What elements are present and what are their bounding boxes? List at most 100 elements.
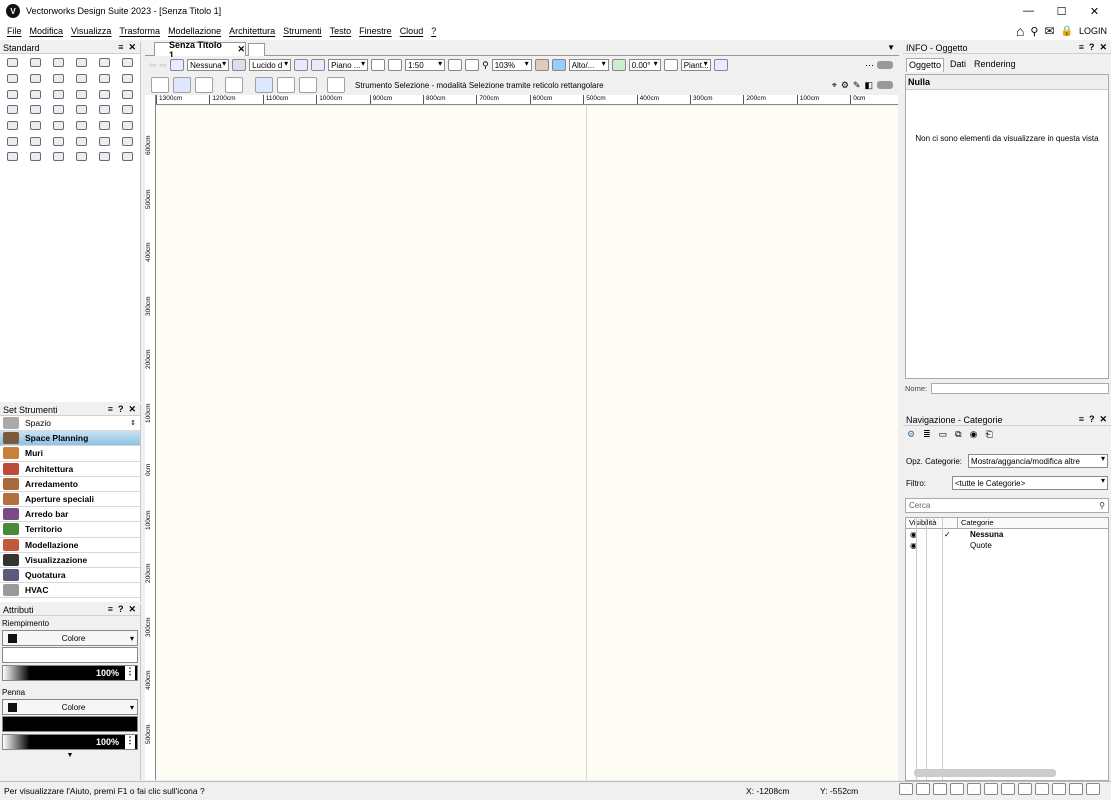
snap-distance-icon[interactable]: [967, 783, 981, 795]
snap-edge-icon[interactable]: [1018, 783, 1032, 795]
toolset-muri[interactable]: Muri: [0, 446, 140, 462]
space-tool-icon[interactable]: [116, 149, 139, 165]
menu-icon[interactable]: ≡: [1079, 414, 1084, 425]
stair-tool-icon[interactable]: [1, 149, 24, 165]
menu-icon[interactable]: ≡: [1079, 42, 1084, 53]
tab-dati[interactable]: Dati: [948, 58, 968, 72]
close-icon[interactable]: ✕: [128, 404, 136, 415]
reshape-tool-icon[interactable]: [93, 118, 116, 134]
flyover-tool-icon[interactable]: [47, 55, 70, 71]
zoom-fit-icon[interactable]: [448, 59, 463, 71]
toolset-quotatura[interactable]: Quotatura: [0, 568, 140, 584]
menu-icon[interactable]: ≡: [108, 604, 113, 615]
snap-angle-icon[interactable]: [933, 783, 947, 795]
help-icon[interactable]: ?: [1089, 42, 1095, 53]
table-row[interactable]: ◉ Quote: [906, 540, 1108, 551]
menu-trasforma[interactable]: Trasforma: [115, 26, 164, 36]
snap-intersection-icon[interactable]: [950, 783, 964, 795]
column-visibility[interactable]: Visibilità: [906, 518, 958, 528]
settings-icon[interactable]: [1086, 783, 1100, 795]
help-icon[interactable]: ?: [118, 604, 124, 615]
snap-icon[interactable]: ✎: [853, 80, 861, 91]
pen-opacity-slider[interactable]: 100% ⋮: [2, 734, 138, 750]
toolset-arredamento[interactable]: Arredamento: [0, 477, 140, 492]
help-icon[interactable]: ?: [1089, 414, 1095, 425]
menu-testo[interactable]: Testo: [326, 26, 356, 36]
categories-icon[interactable]: ⚙: [907, 429, 915, 439]
view-dropdown[interactable]: Alto/...: [568, 59, 609, 71]
toolset-hvac[interactable]: HVAC: [0, 583, 140, 599]
move-snap-icon[interactable]: [173, 77, 191, 93]
name-field[interactable]: [931, 383, 1109, 394]
polygon-tool-icon[interactable]: [116, 86, 139, 102]
magic-wand-tool-icon[interactable]: [93, 55, 116, 71]
close-icon[interactable]: ✕: [128, 42, 136, 53]
help-icon[interactable]: ?: [118, 404, 124, 415]
drawing-canvas[interactable]: [156, 106, 898, 780]
render-mode-icon[interactable]: [551, 59, 566, 71]
render-icon[interactable]: [663, 59, 678, 71]
zoom-tool-icon[interactable]: [70, 55, 93, 71]
circle-tool-icon[interactable]: [1, 86, 24, 102]
toolset-spazio[interactable]: Spazio ⇕: [0, 416, 140, 432]
forward-arrow-icon[interactable]: ⇨: [160, 60, 168, 71]
tab-rendering[interactable]: Rendering: [972, 58, 1018, 72]
window-tool-icon[interactable]: [70, 149, 93, 165]
door-tool-icon[interactable]: [47, 149, 70, 165]
clip-tool-icon[interactable]: [1, 118, 24, 134]
flyover-icon[interactable]: [534, 59, 549, 71]
mail-icon[interactable]: ✉: [1044, 24, 1054, 38]
concentric-tool-icon[interactable]: [47, 102, 70, 118]
trim-tool-icon[interactable]: [47, 133, 70, 149]
text-tool-icon[interactable]: [70, 102, 93, 118]
fillet-tool-icon[interactable]: [116, 118, 139, 134]
extrude-tool-icon[interactable]: [116, 133, 139, 149]
collapse-toggle-icon[interactable]: [877, 81, 893, 89]
toolset-aperture-speciali[interactable]: Aperture speciali: [0, 492, 140, 508]
snap-tangent-icon[interactable]: [984, 783, 998, 795]
move-icon[interactable]: [195, 77, 213, 93]
snap-grid-icon[interactable]: [899, 783, 913, 795]
eye-icon[interactable]: ◉: [906, 541, 944, 550]
selection-tool-icon[interactable]: [1, 55, 24, 71]
filter-dropdown[interactable]: <tutte le Categorie>: [952, 476, 1108, 490]
more-icon[interactable]: ⋮: [125, 666, 135, 680]
settings-icon[interactable]: [327, 77, 345, 93]
tab-oggetto[interactable]: Oggetto: [906, 58, 945, 72]
line-tool-icon[interactable]: [24, 71, 47, 87]
menu-architettura[interactable]: Architettura: [225, 26, 279, 36]
pen-style-dropdown[interactable]: Colore ▾: [2, 699, 138, 715]
sheets-icon[interactable]: ▭: [939, 429, 948, 439]
layer-model-tool-icon[interactable]: [1, 71, 24, 87]
snap-surface-icon[interactable]: [1035, 783, 1049, 795]
snap-object-icon[interactable]: [916, 783, 930, 795]
minimize-button[interactable]: —: [1012, 0, 1045, 22]
tab-senza-titolo-1[interactable]: Senza Titolo 1 ✕: [154, 40, 246, 60]
new-tab-button[interactable]: [248, 43, 265, 56]
callout-tool-icon[interactable]: [93, 102, 116, 118]
working-plane-icon[interactable]: [371, 59, 386, 71]
lasso-select-icon[interactable]: [277, 77, 295, 93]
angle-field[interactable]: 0.00°: [628, 59, 661, 71]
class-icon[interactable]: [170, 59, 185, 71]
oval-tool-icon[interactable]: [24, 86, 47, 102]
zoom-page-icon[interactable]: [465, 59, 480, 71]
category-options-dropdown[interactable]: Mostra/aggancia/modifica altre: [968, 454, 1108, 468]
login-button[interactable]: LOGIN: [1079, 26, 1107, 36]
triangle-tool-icon[interactable]: [70, 86, 93, 102]
chamfer-tool-icon[interactable]: [1, 133, 24, 149]
snap-plane-icon[interactable]: [1052, 783, 1066, 795]
rect-select-icon[interactable]: [255, 77, 273, 93]
symbol-tool-icon[interactable]: [93, 149, 116, 165]
gear-icon[interactable]: ⚙: [841, 80, 849, 91]
menu-file[interactable]: File: [3, 26, 26, 36]
split-tool-icon[interactable]: [70, 133, 93, 149]
fill-color-bar[interactable]: [2, 647, 138, 663]
menu-modifica[interactable]: Modifica: [26, 26, 68, 36]
eyedropper-tool-icon[interactable]: [116, 102, 139, 118]
eye-icon[interactable]: ◉: [906, 530, 944, 539]
double-line-tool-icon[interactable]: [47, 71, 70, 87]
connect-tool-icon[interactable]: [24, 133, 47, 149]
horizontal-scrollbar[interactable]: [914, 769, 1056, 777]
menu-modellazione[interactable]: Modellazione: [164, 26, 225, 36]
